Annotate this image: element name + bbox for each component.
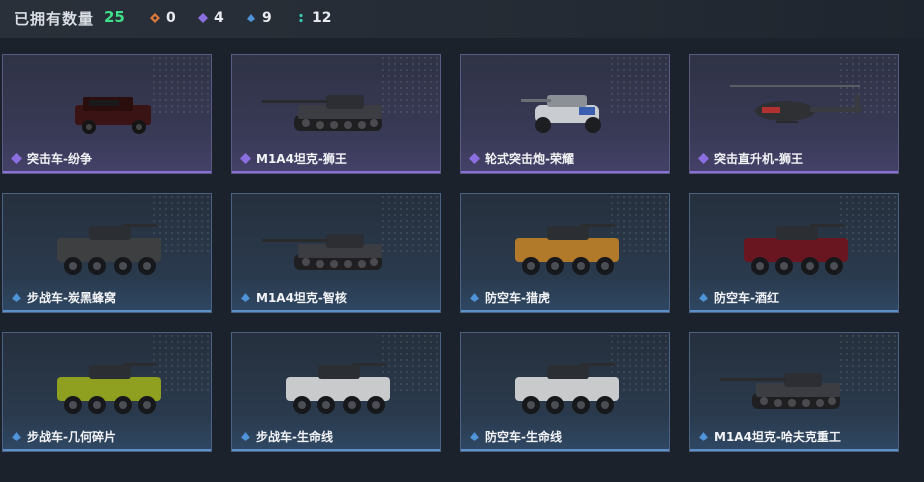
stat-purple-value: 4 [214, 10, 224, 26]
vehicle-name: 轮式突击炮-荣耀 [469, 150, 574, 167]
ifv-image [515, 363, 619, 414]
vehicle-grid: 突击车-纷争 M1A4坦克-狮王 轮式突击炮-荣耀 突击直升机-狮王步战车-炭黑蜂窝 M… [2, 54, 922, 474]
header-bar: 已拥有数量 25 0 4 9 12 [0, 0, 924, 38]
vehicle-name: 步战车-炭黑蜂窝 [11, 289, 116, 306]
ifv-image [515, 224, 619, 275]
vehicle-name-label: 防空车-猎虎 [485, 291, 550, 305]
rarity-bar [690, 171, 898, 173]
vehicle-name-label: 步战车-炭黑蜂窝 [27, 291, 116, 305]
stat-teal-value: 12 [312, 10, 332, 26]
owned-label: 已拥有数量 [14, 10, 95, 28]
ifv-image [286, 363, 390, 414]
rarity-bar [461, 449, 669, 451]
vehicle-card[interactable]: 步战车-生命线 [231, 332, 441, 452]
blue-rhombus-icon [12, 432, 21, 441]
vehicle-name: 步战车-生命线 [240, 428, 333, 445]
vehicle-card[interactable]: 步战车-炭黑蜂窝 [2, 193, 212, 313]
vehicle-name: 突击车-纷争 [11, 150, 92, 167]
stat-orange-value: 0 [166, 10, 176, 26]
purple-rhombus-icon [698, 153, 709, 164]
owned-count: 25 [104, 8, 125, 26]
stat-blue: 9 [246, 9, 272, 27]
vehicle-name: 防空车-酒红 [698, 289, 779, 306]
ifv-image [57, 224, 161, 275]
vehicle-card[interactable]: 轮式突击炮-荣耀 [460, 54, 670, 174]
rarity-bar [690, 449, 898, 451]
buggy-image [521, 95, 601, 133]
vehicle-name-label: 防空车-生命线 [485, 430, 562, 444]
vehicle-name-label: M1A4坦克-狮王 [256, 152, 347, 166]
rarity-bar [232, 171, 440, 173]
vehicle-card[interactable]: M1A4坦克-智核 [231, 193, 441, 313]
armored-suv-image [75, 97, 151, 134]
blue-rhombus-icon [470, 432, 479, 441]
tank-image [262, 95, 382, 131]
rarity-bar [232, 310, 440, 312]
vehicle-card[interactable]: M1A4坦克-哈夫克重工 [689, 332, 899, 452]
orange-diamond-icon [150, 13, 160, 23]
purple-rhombus-icon [469, 153, 480, 164]
vehicle-name: M1A4坦克-狮王 [240, 150, 347, 167]
rarity-bar [232, 449, 440, 451]
stat-blue-value: 9 [262, 10, 272, 26]
blue-rhombus-icon [470, 293, 479, 302]
rarity-bar [3, 310, 211, 312]
vehicle-card[interactable]: 突击直升机-狮王 [689, 54, 899, 174]
vehicle-name-label: 步战车-生命线 [256, 430, 333, 444]
blue-rhombus-icon [699, 293, 708, 302]
vehicle-name: 步战车-几何碎片 [11, 428, 116, 445]
vehicle-name: M1A4坦克-智核 [240, 289, 347, 306]
rarity-bar [3, 449, 211, 451]
purple-rhombus-icon [240, 153, 251, 164]
vehicle-name: 防空车-猎虎 [469, 289, 550, 306]
vehicle-name-label: 突击直升机-狮王 [714, 152, 803, 166]
rarity-bar [461, 171, 669, 173]
vehicle-card[interactable]: 防空车-生命线 [460, 332, 670, 452]
vehicle-name-label: M1A4坦克-智核 [256, 291, 347, 305]
purple-rhombus-icon [11, 153, 22, 164]
tank-image [720, 373, 840, 409]
blue-rhombus-icon [12, 293, 21, 302]
ifv-image [57, 363, 161, 414]
vehicle-card[interactable]: 防空车-酒红 [689, 193, 899, 313]
blue-rhombus-icon [699, 432, 708, 441]
vehicle-card[interactable]: 防空车-猎虎 [460, 193, 670, 313]
helicopter-image [730, 85, 862, 123]
rarity-bar [690, 310, 898, 312]
stat-orange: 0 [150, 9, 176, 27]
blue-rhombus-icon [241, 432, 250, 441]
stat-purple: 4 [198, 9, 224, 27]
teal-dots-icon [299, 13, 303, 23]
stat-teal: 12 [296, 9, 331, 27]
vehicle-name: M1A4坦克-哈夫克重工 [698, 428, 841, 445]
blue-rhombus-icon [241, 293, 250, 302]
vehicle-name: 突击直升机-狮王 [698, 150, 803, 167]
vehicle-name-label: 步战车-几何碎片 [27, 430, 116, 444]
blue-rhombus-icon [247, 14, 255, 22]
vehicle-card[interactable]: 步战车-几何碎片 [2, 332, 212, 452]
rarity-bar [461, 310, 669, 312]
vehicle-name: 防空车-生命线 [469, 428, 562, 445]
vehicle-name-label: 突击车-纷争 [27, 152, 92, 166]
purple-rhombus-icon [198, 13, 208, 23]
vehicle-card[interactable]: M1A4坦克-狮王 [231, 54, 441, 174]
ifv-image [744, 224, 848, 275]
vehicle-name-label: 防空车-酒红 [714, 291, 779, 305]
vehicle-name-label: M1A4坦克-哈夫克重工 [714, 430, 841, 444]
vehicle-card[interactable]: 突击车-纷争 [2, 54, 212, 174]
vehicle-name-label: 轮式突击炮-荣耀 [485, 152, 574, 166]
rarity-bar [3, 171, 211, 173]
tank-image [262, 234, 382, 270]
